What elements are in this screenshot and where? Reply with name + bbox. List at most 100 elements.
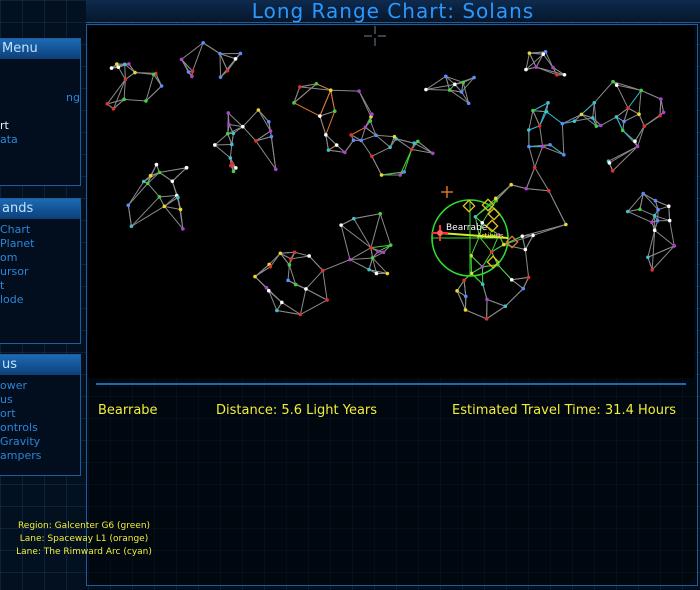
star-system [485, 297, 489, 302]
star-system [266, 120, 271, 124]
star-lane [242, 109, 259, 127]
star-lane [113, 79, 126, 110]
commands-panel-header: ands [0, 199, 80, 219]
command-chart[interactable]: Chart [0, 223, 80, 237]
star-system [268, 129, 273, 133]
star-system [652, 213, 657, 218]
star-lane [325, 111, 336, 135]
star-system [633, 139, 637, 144]
star-system [472, 75, 476, 80]
menu-item-1[interactable] [0, 77, 80, 91]
star-system [493, 196, 498, 201]
star-system [646, 255, 650, 260]
status-dampers[interactable]: ampers [0, 449, 80, 463]
star-system [170, 179, 175, 184]
star-system [626, 106, 630, 110]
star-lane [647, 257, 653, 271]
star-system [653, 198, 658, 203]
star-lane [536, 66, 565, 76]
star-lane [322, 270, 328, 301]
menu-item-2[interactable]: ng [0, 91, 80, 105]
star-system [524, 186, 529, 191]
star-system [227, 122, 231, 127]
star-system [162, 204, 167, 209]
star-lane [127, 205, 132, 227]
star-system [304, 287, 308, 291]
command-cursor[interactable]: ursor [0, 265, 80, 279]
command-t[interactable]: t [0, 279, 80, 293]
star-system [527, 128, 531, 132]
status-panel-header: us [0, 355, 80, 375]
star-lane [254, 266, 271, 278]
menu-item-4[interactable]: rt [0, 119, 80, 133]
star-system [424, 87, 428, 92]
star-system [560, 121, 565, 126]
star-system [269, 134, 274, 139]
star-system [231, 169, 236, 174]
star-lane [528, 146, 536, 168]
star-system [546, 189, 551, 193]
star-system [176, 195, 180, 200]
star-lane [497, 264, 513, 281]
command-zoom[interactable]: om [0, 251, 80, 265]
status-power[interactable]: ower [0, 379, 80, 393]
star-system [614, 83, 619, 87]
star-system [351, 138, 356, 143]
star-system [537, 123, 542, 128]
star-system [666, 204, 671, 209]
star-lane [522, 277, 530, 289]
star-system [638, 207, 642, 212]
star-system [275, 308, 279, 313]
star-lane [640, 89, 662, 100]
star-lane [482, 284, 488, 300]
star-system [453, 82, 457, 87]
star-lane [511, 279, 524, 290]
star-lane [616, 84, 629, 109]
star-lane [127, 181, 145, 206]
star-lane [349, 259, 370, 271]
star-system [201, 40, 205, 45]
star-lane [463, 280, 467, 297]
star-system [546, 101, 550, 105]
star-system [326, 148, 331, 152]
star-system [307, 254, 311, 258]
star-system [179, 57, 184, 62]
star-lane [668, 206, 671, 221]
star-system [503, 304, 508, 309]
star-lane [340, 218, 355, 226]
lane-cross-icon [441, 186, 453, 198]
star-system [363, 125, 368, 130]
star-system [521, 286, 526, 291]
star-system [352, 216, 356, 221]
star-system [509, 182, 513, 187]
star-system [321, 268, 325, 273]
star-system [228, 156, 233, 160]
command-planet[interactable]: Planet [0, 237, 80, 251]
star-lane [638, 90, 642, 115]
status-ort[interactable]: ort [0, 407, 80, 421]
star-lane [305, 288, 328, 301]
command-mode[interactable]: lode [0, 293, 80, 307]
star-lane [542, 146, 565, 156]
star-lane [562, 113, 582, 125]
star-lane [330, 89, 360, 92]
star-lane [353, 213, 381, 220]
star-system [592, 101, 597, 105]
star-lane [371, 156, 383, 176]
menu-item-5[interactable]: ata [0, 133, 80, 147]
star-system [641, 191, 646, 196]
star-lane [279, 252, 290, 266]
star-map[interactable]: Bearrabe Artibius [88, 26, 694, 378]
status-gravity[interactable]: Gravity [0, 435, 80, 449]
star-system [599, 123, 603, 128]
status-us[interactable]: us [0, 393, 80, 407]
status-controls[interactable]: ontrols [0, 421, 80, 435]
star-lane [403, 149, 413, 173]
star-system [489, 250, 494, 254]
star-map-canvas[interactable]: Bearrabe Artibius [88, 26, 694, 378]
star-lane [353, 218, 372, 248]
star-system [226, 111, 231, 115]
star-system [298, 312, 303, 317]
menu-item-3[interactable] [0, 105, 80, 119]
star-system [133, 70, 137, 75]
